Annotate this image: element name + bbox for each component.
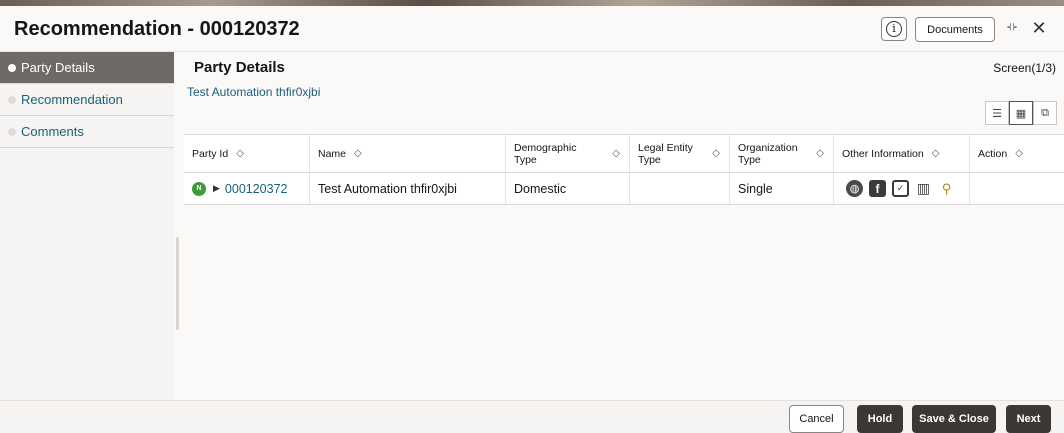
step-dot-icon <box>8 95 16 104</box>
cancel-button[interactable]: Cancel <box>789 405 844 433</box>
globe-icon[interactable]: ◍ <box>846 180 863 197</box>
sort-icon[interactable]: ◇ <box>932 148 940 160</box>
column-header-action[interactable]: Action ◇ <box>970 135 1064 172</box>
collapse-icon[interactable]: ⌟⌞ ⌝⌜ <box>1004 19 1020 37</box>
tree-view-icon[interactable]: ⧉ <box>1033 101 1057 125</box>
cell-name: Test Automation thfir0xjbi <box>310 173 506 204</box>
sidebar-item-party-details[interactable]: Party Details <box>0 52 174 84</box>
sidebar-item-comments[interactable]: Comments <box>0 116 174 148</box>
cell-organization-type: Single <box>730 173 834 204</box>
party-table: Party Id ◇ Name ◇ Demographic Type ◇ Legal … <box>184 134 1064 205</box>
documents-button[interactable]: Documents <box>915 17 995 42</box>
step-dot-icon <box>8 127 16 136</box>
next-button[interactable]: Next <box>1006 405 1051 433</box>
column-header-party-id[interactable]: Party Id ◇ <box>184 135 310 172</box>
building-icon[interactable]: ▥ <box>915 180 932 197</box>
view-toggle-group: ☰ ▦ ⧉ <box>985 101 1057 125</box>
sidebar-item-label: Recommendation <box>21 92 123 107</box>
sidebar-item-label: Comments <box>21 124 84 139</box>
section-title: Party Details <box>194 59 285 76</box>
column-header-demographic-type[interactable]: Demographic Type ◇ <box>506 135 630 172</box>
page-title: Recommendation - 000120372 <box>14 18 300 40</box>
column-header-organization-type[interactable]: Organization Type ◇ <box>730 135 834 172</box>
sort-icon[interactable]: ◇ <box>712 148 720 160</box>
party-id-link[interactable]: 000120372 <box>225 182 288 196</box>
cell-other-information: ◍ f ✓ ▥ ⚲ <box>834 173 970 204</box>
grid-view-icon[interactable]: ▦ <box>1009 101 1033 125</box>
main-content: Party Details Screen(1/3) Test Automatio… <box>174 52 1064 400</box>
map-pin-icon[interactable]: ⚲ <box>938 180 955 197</box>
sidebar: Party Details Recommendation Comments <box>0 52 174 400</box>
expand-row-icon[interactable]: ▶ <box>213 183 220 194</box>
cell-demographic-type: Domestic <box>506 173 630 204</box>
sidebar-item-label: Party Details <box>21 60 95 75</box>
sort-icon[interactable]: ◇ <box>236 148 244 160</box>
twitter-icon[interactable]: ✓ <box>892 180 909 197</box>
column-header-other-information[interactable]: Other Information ◇ <box>834 135 970 172</box>
screen-count: Screen(1/3) <box>993 61 1056 75</box>
save-close-button[interactable]: Save & Close <box>912 405 996 433</box>
sort-icon[interactable]: ◇ <box>354 148 362 160</box>
facebook-icon[interactable]: f <box>869 180 886 197</box>
step-dot-icon <box>8 63 16 72</box>
table-header-row: Party Id ◇ Name ◇ Demographic Type ◇ Legal … <box>184 135 1064 173</box>
cell-party-id: N ▶ 000120372 <box>184 173 310 204</box>
column-header-name[interactable]: Name ◇ <box>310 135 506 172</box>
hold-button[interactable]: Hold <box>857 405 903 433</box>
new-status-badge: N <box>192 181 206 196</box>
sort-icon[interactable]: ◇ <box>1015 148 1023 160</box>
sort-icon[interactable]: ◇ <box>816 148 824 160</box>
footer: Cancel Hold Save & Close Next <box>0 400 1064 433</box>
close-icon[interactable]: ✕ <box>1029 17 1049 39</box>
table-row: N ▶ 000120372 Test Automation thfir0xjbi… <box>184 173 1064 205</box>
cell-legal-entity-type <box>630 173 730 204</box>
column-header-legal-entity-type[interactable]: Legal Entity Type ◇ <box>630 135 730 172</box>
list-view-icon[interactable]: ☰ <box>985 101 1009 125</box>
info-icon: i <box>886 21 902 37</box>
vertical-scrollbar[interactable] <box>176 237 179 330</box>
header: Recommendation - 000120372 i Documents ⌟… <box>0 6 1064 52</box>
sidebar-item-recommendation[interactable]: Recommendation <box>0 84 174 116</box>
party-name-link[interactable]: Test Automation thfir0xjbi <box>187 85 320 99</box>
info-button[interactable]: i <box>881 17 907 41</box>
sort-icon[interactable]: ◇ <box>612 148 620 160</box>
cell-action <box>970 173 1064 204</box>
